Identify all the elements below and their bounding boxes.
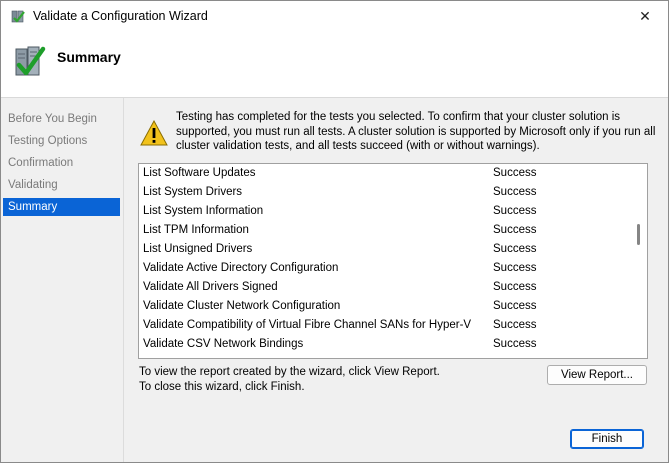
close-icon: ✕ (639, 7, 651, 24)
test-name: List TPM Information (143, 224, 249, 236)
wizard-window: Validate a Configuration Wizard ✕ Summar… (0, 0, 669, 463)
list-item[interactable]: List System Drivers Success (139, 183, 629, 202)
test-name: List System Drivers (143, 186, 243, 198)
list-item[interactable]: Validate All Drivers Signed Success (139, 278, 629, 297)
test-status: Success (493, 281, 537, 293)
test-status: Success (493, 224, 537, 236)
nav-step-before-you-begin[interactable]: Before You Begin (3, 110, 120, 128)
list-item[interactable]: List TPM Information Success (139, 221, 629, 240)
warning-icon (140, 119, 168, 146)
test-name: List Software Updates (143, 167, 256, 179)
list-item[interactable]: List Software Updates Success (139, 164, 629, 183)
server-checkmark-icon (13, 43, 47, 81)
test-status: Success (493, 167, 537, 179)
title-bar: Validate a Configuration Wizard ✕ (1, 1, 668, 31)
test-status: Success (493, 243, 537, 255)
list-item[interactable]: Validate Compatibility of Virtual Fibre … (139, 316, 629, 335)
test-name: Validate Cluster Network Configuration (143, 300, 341, 312)
wizard-steps-nav: Before You Begin Testing Options Confirm… (1, 98, 124, 462)
list-item[interactable]: Validate Active Directory Configuration … (139, 259, 629, 278)
page-title: Summary (57, 49, 121, 65)
list-item[interactable]: List Unsigned Drivers Success (139, 240, 629, 259)
footer-divider (124, 417, 668, 418)
test-status: Success (493, 300, 537, 312)
nav-step-validating[interactable]: Validating (3, 176, 120, 194)
list-item[interactable]: List System Information Success (139, 202, 629, 221)
test-status: Success (493, 319, 537, 331)
completion-message: Testing has completed for the tests you … (176, 111, 656, 152)
test-name: Validate Compatibility of Virtual Fibre … (143, 319, 472, 331)
test-status: Success (493, 205, 537, 217)
cluster-wizard-icon (11, 9, 26, 24)
summary-content: Testing has completed for the tests you … (124, 98, 668, 462)
scrollbar-thumb[interactable] (637, 224, 640, 245)
wizard-header: Summary (1, 31, 668, 98)
list-item[interactable]: Validate Cluster Network Configuration S… (139, 297, 629, 316)
test-name: List Unsigned Drivers (143, 243, 253, 255)
close-wizard-note: To close this wizard, click Finish. (139, 381, 305, 393)
nav-step-confirmation[interactable]: Confirmation (3, 154, 120, 172)
test-status: Success (493, 186, 537, 198)
view-report-note: To view the report created by the wizard… (139, 366, 440, 378)
test-name: List System Information (143, 205, 264, 217)
finish-button[interactable]: Finish (570, 429, 644, 449)
close-button[interactable]: ✕ (622, 1, 668, 31)
nav-step-testing-options[interactable]: Testing Options (3, 132, 120, 150)
test-status: Success (493, 262, 537, 274)
window-title: Validate a Configuration Wizard (33, 9, 208, 23)
test-name: Validate Active Directory Configuration (143, 262, 339, 274)
view-report-button[interactable]: View Report... (547, 365, 647, 385)
vertical-scrollbar[interactable] (631, 164, 647, 358)
test-status: Success (493, 338, 537, 350)
results-list[interactable]: List Software Updates Success List Syste… (138, 163, 648, 359)
nav-step-summary[interactable]: Summary (3, 198, 120, 216)
list-item[interactable]: Validate CSV Network Bindings Success (139, 335, 629, 354)
test-name: Validate All Drivers Signed (143, 281, 278, 293)
test-name: Validate CSV Network Bindings (143, 338, 304, 350)
